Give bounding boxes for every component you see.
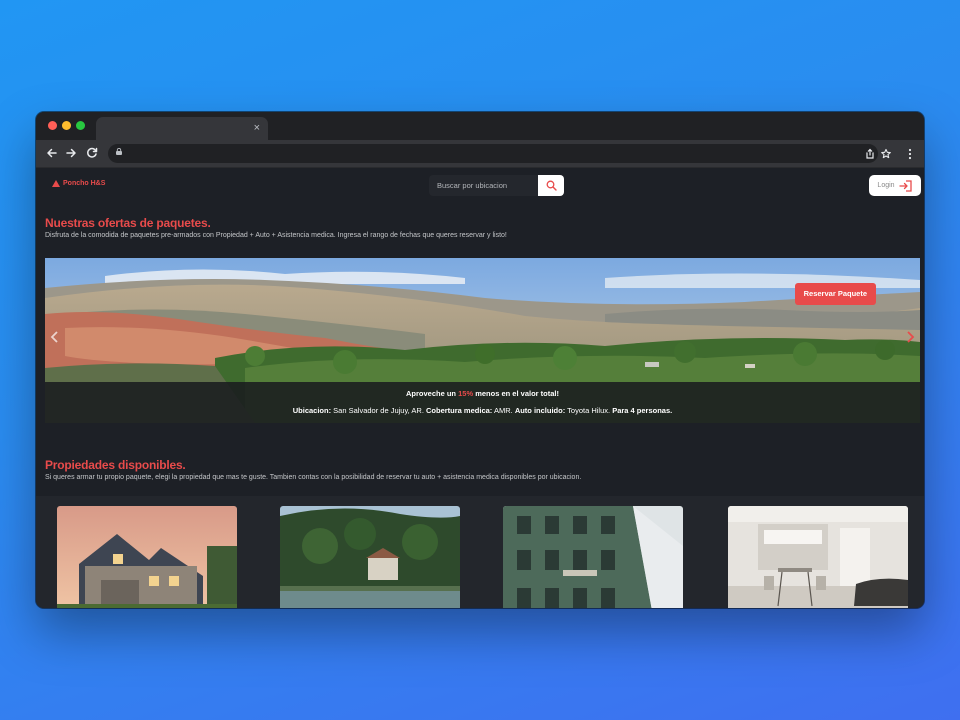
property-card[interactable]	[57, 506, 237, 608]
property-card[interactable]	[503, 506, 683, 608]
properties-subtitle: Si queres armar tu propio paquete, elegi…	[45, 474, 582, 481]
promo-prefix: Aproveche un	[406, 389, 457, 398]
brand-name: Poncho H&S	[63, 180, 106, 187]
search-input[interactable]	[429, 175, 537, 196]
tab-close-icon[interactable]: ×	[254, 121, 260, 135]
property-card[interactable]	[728, 506, 908, 608]
property-lakeside-image	[280, 506, 460, 608]
login-button[interactable]: Login	[869, 175, 921, 196]
location-search	[429, 175, 564, 196]
login-label: Login	[877, 182, 895, 189]
search-icon	[546, 180, 557, 191]
more-options-icon[interactable]	[902, 146, 918, 162]
property-card[interactable]	[280, 506, 460, 608]
minimize-window-button[interactable]	[62, 121, 71, 130]
offers-title: Nuestras ofertas de paquetes.	[45, 216, 211, 230]
ubicacion-label: Ubicacion:	[292, 406, 332, 415]
tab-bar: ×	[36, 112, 924, 140]
bookmark-star-icon[interactable]	[878, 146, 894, 162]
reserve-package-button[interactable]: Reservar Paquete	[794, 283, 876, 305]
personas-label: Para 4 personas.	[612, 406, 673, 415]
carousel-next-icon[interactable]	[905, 330, 915, 344]
web-page: Poncho H&S Login Nuestras ofertas de paq…	[36, 168, 924, 608]
auto-label: Auto incluido:	[514, 406, 566, 415]
cobertura-value: AMR.	[493, 406, 513, 415]
carousel-prev-icon[interactable]	[50, 330, 60, 344]
close-window-button[interactable]	[48, 121, 57, 130]
properties-title: Propiedades disponibles.	[45, 458, 186, 472]
property-interior-image	[728, 506, 908, 608]
offers-subtitle: Disfruta de la comodida de paquetes pre-…	[45, 232, 507, 239]
share-icon[interactable]	[862, 146, 878, 162]
maximize-window-button[interactable]	[76, 121, 85, 130]
browser-window: × Poncho H&S Buscar por ubicacion Login …	[36, 112, 924, 608]
package-banner: Reservar Paquete Aproveche un 15% menos …	[45, 258, 920, 423]
cobertura-label: Cobertura medica:	[426, 406, 493, 415]
property-building-image	[503, 506, 683, 608]
login-door-icon	[898, 179, 912, 192]
search-button[interactable]	[538, 175, 564, 196]
promo-text: Aproveche un 15% menos en el valor total…	[45, 389, 920, 398]
forward-arrow-icon[interactable]	[63, 145, 79, 161]
back-arrow-icon[interactable]	[44, 145, 60, 161]
package-details: Ubicacion: San Salvador de Jujuy, AR. Co…	[45, 406, 920, 415]
browser-toolbar	[36, 140, 924, 168]
properties-list	[36, 496, 924, 608]
address-bar[interactable]	[108, 144, 878, 163]
auto-value: Toyota Hilux.	[567, 406, 611, 415]
reload-icon[interactable]	[84, 145, 100, 161]
brand-logo[interactable]: Poncho H&S	[52, 180, 105, 187]
browser-tab[interactable]: ×	[96, 117, 268, 140]
promo-percent: 15%	[458, 389, 474, 398]
banner-caption: Aproveche un 15% menos en el valor total…	[45, 382, 920, 423]
property-house-image	[57, 506, 237, 608]
promo-suffix: menos en el valor total!	[475, 389, 559, 398]
mountain-logo-icon	[52, 180, 60, 187]
ubicacion-value: San Salvador de Jujuy, AR.	[333, 406, 424, 415]
lock-icon	[116, 148, 122, 155]
